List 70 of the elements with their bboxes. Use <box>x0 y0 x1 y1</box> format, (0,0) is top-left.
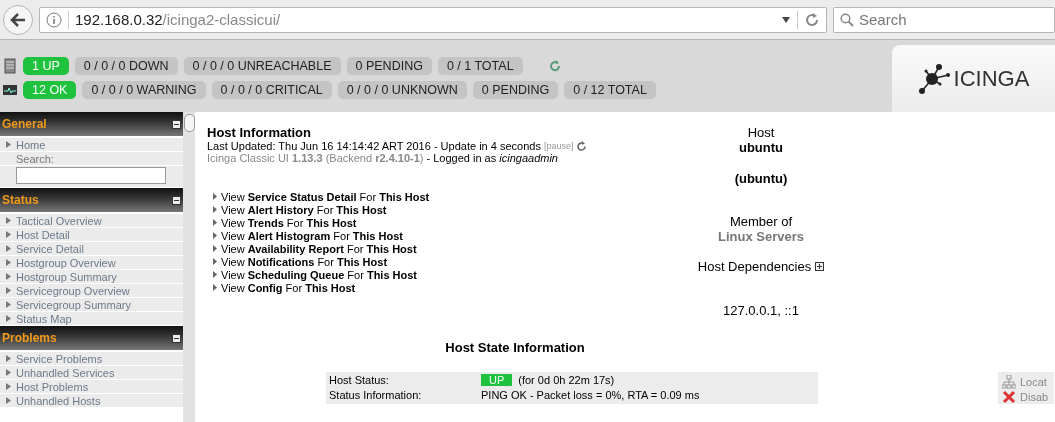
search-field[interactable]: Search <box>833 6 1055 33</box>
command-link[interactable]: Locat <box>998 374 1054 389</box>
dependencies-label: Host Dependencies <box>697 259 812 274</box>
back-button[interactable] <box>3 4 33 35</box>
host-link[interactable]: View Config For This Host <box>221 281 356 294</box>
member-label: Member of <box>729 214 793 229</box>
triangle-icon <box>6 141 11 148</box>
section-header[interactable]: Status <box>0 188 183 214</box>
status-badge[interactable]: 1 UP <box>23 57 69 75</box>
search-placeholder: Search <box>859 11 907 28</box>
expand-icon[interactable] <box>815 262 825 271</box>
search-label: Search: <box>15 152 54 165</box>
status-count[interactable]: 0 / 0 / 0 DOWN <box>74 57 178 75</box>
scrollbar[interactable] <box>183 112 195 422</box>
scrollbar-thumb[interactable] <box>184 114 195 132</box>
collapse-icon[interactable] <box>172 333 181 343</box>
table-label: Status Information: <box>328 388 423 401</box>
host-alias: (ubuntu) <box>734 171 788 186</box>
host-name: ubuntu <box>738 140 783 155</box>
hierarchy-icon <box>1002 374 1016 389</box>
logo-text: ICINGA <box>953 65 1030 92</box>
url-path: /icinga2-classicui/ <box>162 11 281 28</box>
refresh-icon[interactable] <box>576 140 588 152</box>
status-badge[interactable]: 12 OK <box>23 81 77 99</box>
section-title: Host State Information <box>444 340 586 355</box>
section-header[interactable]: General <box>0 112 183 138</box>
login-text: - Logged in as icingaadmin <box>426 152 558 164</box>
status-count[interactable]: 0 / 0 / 0 WARNING <box>82 81 206 99</box>
status-count[interactable]: 0 / 0 / 0 UNKNOWN <box>337 81 467 99</box>
url-host: 192.168.0.32 <box>75 11 163 28</box>
monitor-icon <box>3 82 17 98</box>
back-arrow-icon <box>10 12 26 27</box>
status-count[interactable]: 0 / 12 TOTAL <box>564 81 656 99</box>
info-icon <box>46 11 62 28</box>
host-link[interactable]: View Alert History For This Host <box>221 203 387 216</box>
status-count[interactable]: 0 / 0 / 0 CRITICAL <box>211 81 332 99</box>
server-icon <box>3 58 17 74</box>
dropdown-caret-icon[interactable] <box>781 15 791 24</box>
host-link[interactable]: View Service Status Detail For This Host <box>221 190 430 203</box>
section-header[interactable]: Problems <box>0 326 183 352</box>
pause-link[interactable]: [pause] <box>543 141 574 151</box>
host-label: Host <box>747 125 775 140</box>
sidebar-link[interactable]: Home <box>16 138 46 151</box>
molecule-icon <box>917 62 952 95</box>
host-link[interactable]: View Trends For This Host <box>221 216 357 229</box>
host-link[interactable]: View Availability Report For This Host <box>221 242 417 255</box>
address-bar[interactable]: 192.168.0.32/icinga2-classicui/ <box>39 6 827 33</box>
command-link[interactable]: Disab <box>998 389 1054 404</box>
search-input[interactable] <box>16 167 166 184</box>
last-updated-text: Last Updated: Thu Jun 16 14:14:42 ART 2016 - Update in 4 seconds <box>207 140 541 152</box>
status-count[interactable]: 0 / 1 TOTAL <box>437 57 523 75</box>
reload-icon[interactable] <box>804 11 820 28</box>
collapse-icon[interactable] <box>172 119 181 129</box>
table-value: PING OK - Packet loss = 0%, RTA = 0.09 ms <box>481 388 700 401</box>
host-link[interactable]: View Notifications For This Host <box>221 255 388 268</box>
search-icon <box>840 12 854 27</box>
table-value: (for 0d 0h 22m 17s) <box>518 373 615 386</box>
host-link[interactable]: View Alert Histogram For This Host <box>221 229 403 242</box>
status-count[interactable]: 0 PENDING <box>472 81 559 99</box>
status-count[interactable]: 0 / 0 / 0 UNREACHABLE <box>183 57 341 75</box>
hostgroup-link[interactable]: Linux Servers <box>718 229 804 244</box>
status-count[interactable]: 0 PENDING <box>346 57 432 75</box>
table-label: Host Status: <box>328 373 390 386</box>
collapse-icon[interactable] <box>172 195 181 205</box>
status-badge: UP <box>481 373 513 386</box>
host-link[interactable]: View Scheduling Queue For This Host <box>221 268 418 281</box>
host-address: 127.0.0.1, ::1 <box>723 303 799 318</box>
cross-icon <box>1002 389 1016 404</box>
version-text: Icinga Classic UI 1.13.3 (Backend r2.4.10-1) <box>207 152 424 164</box>
page-title: Host Information <box>207 125 312 140</box>
